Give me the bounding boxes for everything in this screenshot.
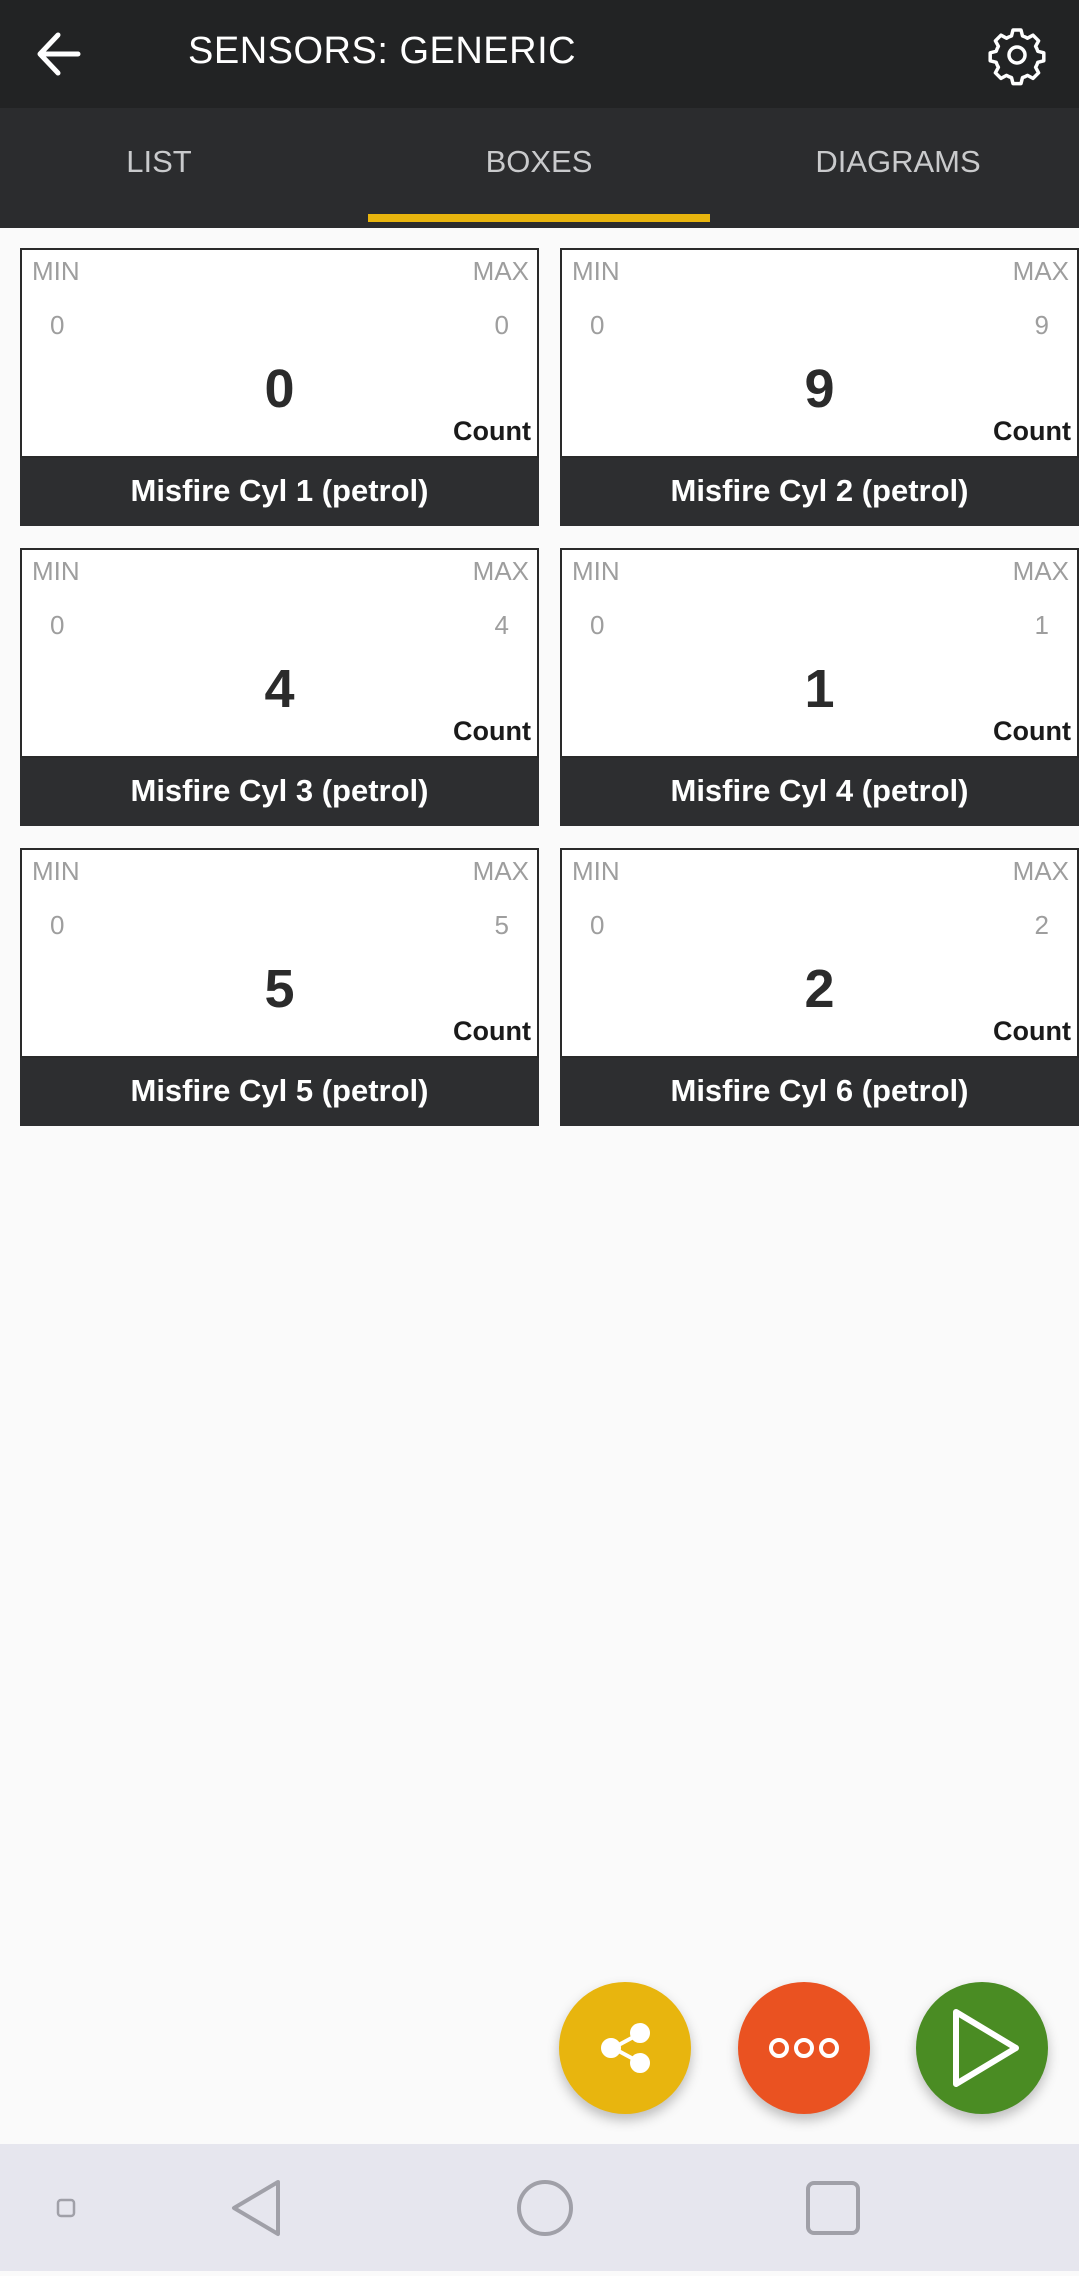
sensor-unit: Count [993, 416, 1071, 446]
play-button[interactable] [916, 1982, 1048, 2114]
min-label: MIN [32, 856, 80, 886]
min-value: 0 [590, 910, 605, 940]
sensor-box[interactable]: MIN MAX 0 5 5 Count Misfire Cyl 5 (petro… [20, 848, 539, 1126]
sensor-value: 0 [264, 359, 295, 419]
active-tab-indicator [368, 214, 710, 222]
sensor-value: 1 [804, 659, 835, 719]
min-label: MIN [572, 256, 620, 286]
min-label: MIN [32, 256, 80, 286]
max-value: 5 [494, 910, 509, 940]
sensor-name: Misfire Cyl 4 (petrol) [560, 758, 1079, 826]
max-value: 0 [494, 310, 509, 340]
sensor-unit: Count [453, 716, 531, 746]
sensor-box-body: MIN MAX 0 5 5 Count [20, 848, 539, 1058]
tab-boxes[interactable]: BOXES [368, 108, 710, 228]
app-bar: SENSORS: GENERIC [0, 0, 1079, 108]
sensor-box-body: MIN MAX 0 2 2 Count [560, 848, 1079, 1058]
max-label: MAX [472, 256, 529, 286]
max-label: MAX [1012, 556, 1069, 586]
sensor-unit: Count [993, 716, 1071, 746]
share-button[interactable] [559, 1982, 691, 2114]
min-label: MIN [32, 556, 80, 586]
page-title: SENSORS: GENERIC [188, 30, 577, 72]
nav-recents-button[interactable] [798, 2144, 868, 2271]
sensor-name: Misfire Cyl 3 (petrol) [20, 758, 539, 826]
min-value: 0 [50, 910, 65, 940]
sensor-box[interactable]: MIN MAX 0 9 9 Count Misfire Cyl 2 (petro… [560, 248, 1079, 526]
circle-home-icon [517, 2180, 573, 2236]
tab-diagrams[interactable]: DIAGRAMS [745, 108, 1051, 228]
share-icon [601, 2023, 650, 2073]
sensor-box-body: MIN MAX 0 0 0 Count [20, 248, 539, 458]
sensor-value: 2 [804, 959, 835, 1019]
max-label: MAX [1012, 256, 1069, 286]
sensor-box-body: MIN MAX 0 9 9 Count [560, 248, 1079, 458]
sensor-value: 5 [264, 959, 295, 1019]
triangle-back-icon [232, 2180, 280, 2236]
max-value: 9 [1034, 310, 1049, 340]
back-button[interactable] [30, 20, 110, 88]
nav-back-button[interactable] [222, 2144, 292, 2271]
sensor-name: Misfire Cyl 5 (petrol) [20, 1058, 539, 1126]
play-icon [953, 2009, 1019, 2087]
more-dots-icon [769, 2038, 839, 2058]
sensor-name: Misfire Cyl 1 (petrol) [20, 458, 539, 526]
settings-button[interactable] [984, 22, 1050, 88]
tab-bar: LIST BOXES DIAGRAMS [0, 108, 1079, 228]
sensor-unit: Count [993, 1016, 1071, 1046]
min-value: 0 [50, 310, 65, 340]
sensor-value: 4 [264, 659, 295, 719]
sensor-box-body: MIN MAX 0 4 4 Count [20, 548, 539, 758]
nav-menu-button[interactable] [44, 2144, 88, 2271]
tab-list[interactable]: LIST [0, 108, 318, 228]
gear-icon [988, 28, 1046, 86]
sensor-value: 9 [804, 359, 835, 419]
sensor-unit: Count [453, 416, 531, 446]
arrow-left-icon [37, 32, 81, 76]
min-value: 0 [590, 310, 605, 340]
max-value: 2 [1034, 910, 1049, 940]
max-value: 1 [1034, 610, 1049, 640]
sensor-unit: Count [453, 1016, 531, 1046]
max-value: 4 [494, 610, 509, 640]
min-value: 0 [590, 610, 605, 640]
max-label: MAX [1012, 856, 1069, 886]
small-square-icon [56, 2198, 76, 2218]
nav-home-button[interactable] [510, 2144, 580, 2271]
sensor-box[interactable]: MIN MAX 0 1 1 Count Misfire Cyl 4 (petro… [560, 548, 1079, 826]
sensor-name: Misfire Cyl 6 (petrol) [560, 1058, 1079, 1126]
square-recents-icon [806, 2181, 860, 2235]
min-label: MIN [572, 556, 620, 586]
min-value: 0 [50, 610, 65, 640]
sensor-box[interactable]: MIN MAX 0 0 0 Count Misfire Cyl 1 (petro… [20, 248, 539, 526]
max-label: MAX [472, 556, 529, 586]
more-options-button[interactable] [738, 1982, 870, 2114]
min-label: MIN [572, 856, 620, 886]
max-label: MAX [472, 856, 529, 886]
system-nav-bar [0, 2144, 1079, 2271]
sensor-box-body: MIN MAX 0 1 1 Count [560, 548, 1079, 758]
sensor-box[interactable]: MIN MAX 0 2 2 Count Misfire Cyl 6 (petro… [560, 848, 1079, 1126]
sensor-box[interactable]: MIN MAX 0 4 4 Count Misfire Cyl 3 (petro… [20, 548, 539, 826]
sensor-name: Misfire Cyl 2 (petrol) [560, 458, 1079, 526]
